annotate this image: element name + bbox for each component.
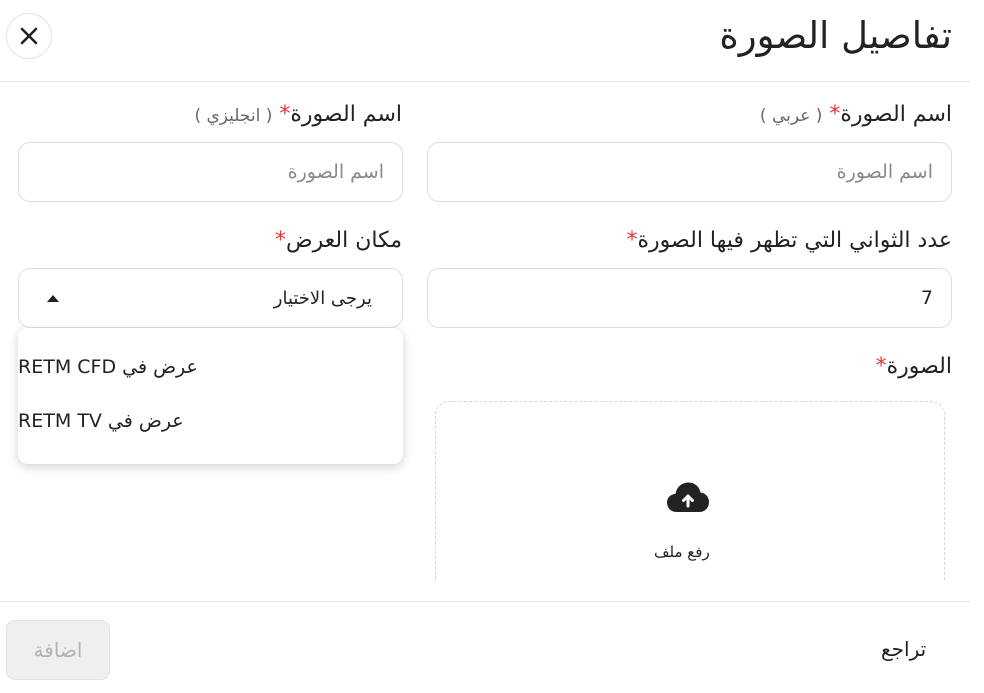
close-button[interactable] — [6, 13, 52, 59]
seconds-label-text: عدد الثواني التي تظهر فيها الصورة — [637, 228, 952, 253]
required-star: * — [275, 228, 287, 253]
name-ar-label: اسم الصورة* ( عربي ) — [760, 102, 952, 127]
name-ar-input[interactable] — [427, 142, 952, 202]
seconds-label: عدد الثواني التي تظهر فيها الصورة* — [627, 228, 952, 253]
display-place-dropdown: عرض في RETM CFD عرض في RETM TV — [18, 328, 403, 464]
name-en-input[interactable] — [18, 142, 403, 202]
name-en-lang: ( انجليزي ) — [194, 106, 273, 126]
seconds-input[interactable] — [427, 268, 952, 328]
add-button[interactable]: اضافة — [6, 620, 110, 680]
upload-file-label: رفع ملف — [654, 543, 710, 561]
display-place-label-text: مكان العرض — [286, 228, 402, 253]
name-en-label-text: اسم الصورة — [290, 102, 402, 127]
name-ar-label-text: اسم الصورة — [840, 102, 952, 127]
display-place-select[interactable]: يرجى الاختيار — [18, 268, 403, 328]
required-star: * — [279, 102, 291, 127]
cloud-upload-icon — [667, 482, 709, 512]
name-en-label: اسم الصورة* ( انجليزي ) — [194, 102, 402, 127]
required-star: * — [875, 354, 887, 379]
required-star: * — [626, 228, 638, 253]
back-button[interactable]: تراجع — [881, 637, 926, 661]
dropdown-option-cfd[interactable]: عرض في RETM CFD — [18, 340, 403, 394]
image-label: الصورة* — [876, 354, 952, 379]
close-icon — [20, 27, 38, 45]
display-place-label: مكان العرض* — [275, 228, 402, 253]
display-place-selected: يرجى الاختيار — [273, 287, 372, 309]
header-divider — [0, 81, 971, 82]
dropdown-option-tv[interactable]: عرض في RETM TV — [18, 394, 403, 448]
dialog-title: تفاصيل الصورة — [719, 14, 952, 57]
caret-up-icon — [47, 294, 59, 302]
name-ar-lang: ( عربي ) — [759, 106, 823, 126]
image-label-text: الصورة — [886, 354, 952, 379]
required-star: * — [829, 102, 841, 127]
footer-divider — [0, 601, 971, 602]
